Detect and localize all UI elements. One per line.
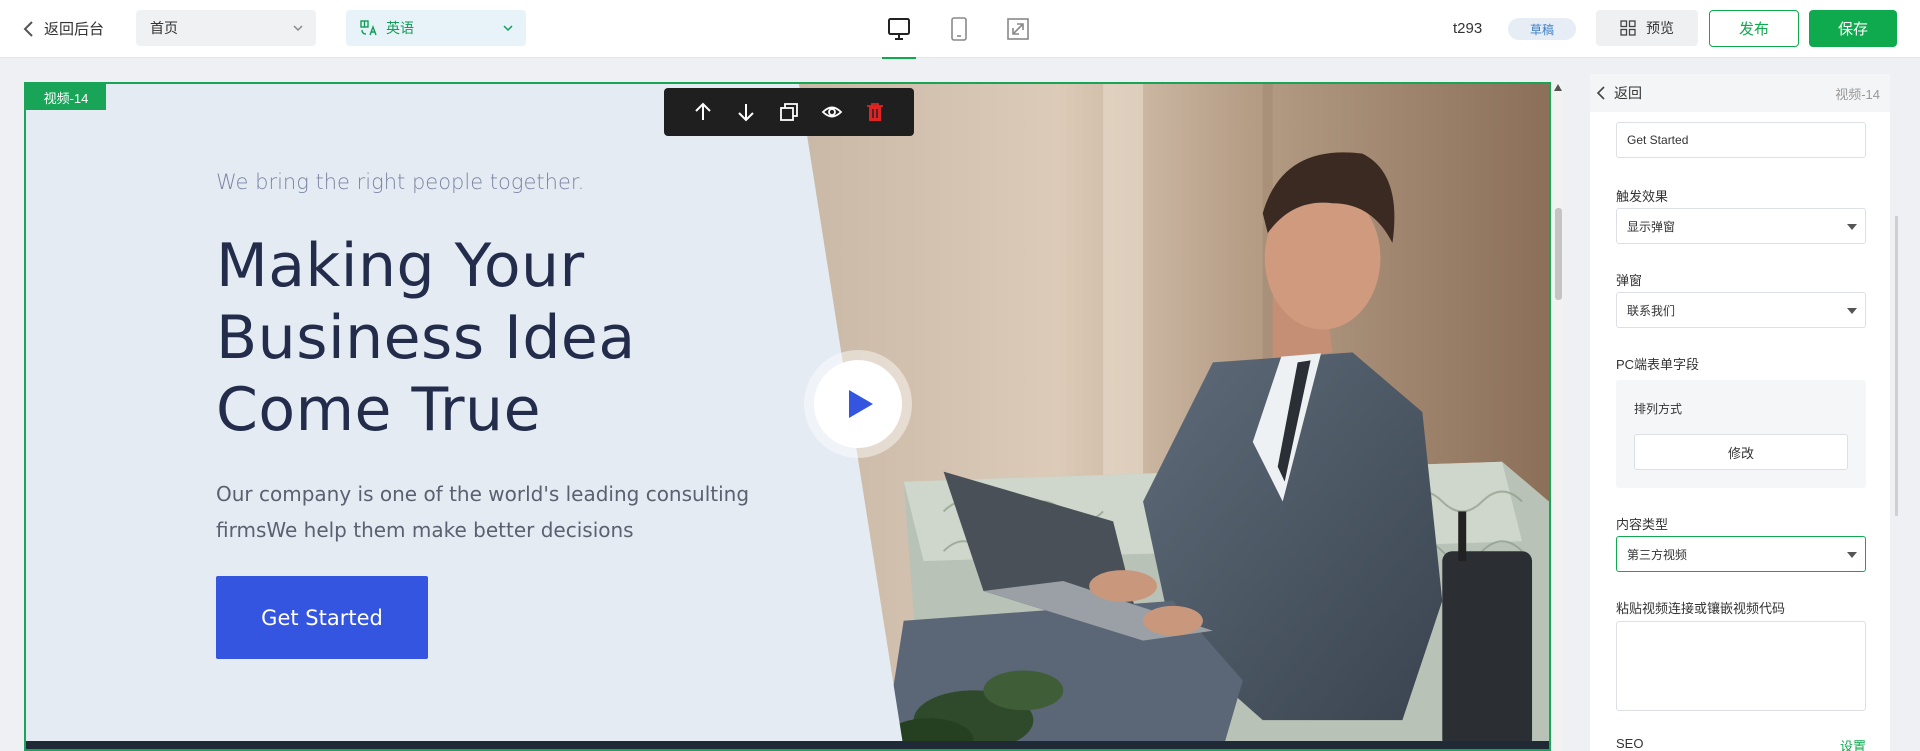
next-section-edge bbox=[26, 741, 1549, 749]
save-button[interactable]: 保存 bbox=[1809, 10, 1897, 47]
desktop-icon bbox=[888, 18, 910, 40]
hero-description: Our company is one of the world's leadin… bbox=[216, 482, 750, 542]
preview-button[interactable]: 预览 bbox=[1596, 10, 1698, 46]
popup-value: 联系我们 bbox=[1627, 303, 1676, 318]
back-to-admin-label: 返回后台 bbox=[44, 21, 105, 38]
hero-headline-line: Come True bbox=[216, 375, 541, 445]
video-code-label: 粘贴视频连接或镶嵌视频代码 bbox=[1616, 601, 1786, 616]
delete-button[interactable] bbox=[862, 99, 888, 125]
canvas-scroll-thumb[interactable] bbox=[1555, 208, 1562, 300]
hero-tagline: We bring the right people together. bbox=[216, 170, 585, 194]
scroll-up-arrow-icon[interactable] bbox=[1554, 84, 1562, 91]
popup-label: 弹窗 bbox=[1616, 273, 1643, 288]
hero-headline: Making Your Business Idea Come True bbox=[216, 230, 816, 446]
panel-body: Get Started 触发效果 显示弹窗 弹窗 联系我们 PC端表单字段 排列… bbox=[1590, 112, 1890, 751]
hero-headline-line: Making Your bbox=[216, 231, 585, 301]
publish-button[interactable]: 发布 bbox=[1709, 10, 1799, 47]
content-type-value: 第三方视频 bbox=[1627, 547, 1688, 562]
panel-title: 视频-14 bbox=[1835, 86, 1880, 102]
tablet-view-button[interactable] bbox=[942, 12, 976, 46]
expand-icon bbox=[1007, 18, 1029, 40]
block-toolbar bbox=[664, 88, 914, 136]
move-up-button[interactable] bbox=[690, 99, 716, 125]
panel-back-label: 返回 bbox=[1614, 85, 1642, 101]
trigger-label: 触发效果 bbox=[1616, 189, 1669, 204]
chevron-left-icon bbox=[23, 20, 33, 37]
video-code-textarea[interactable] bbox=[1616, 621, 1866, 711]
desktop-view-button[interactable] bbox=[882, 12, 916, 59]
section-tag: 视频-14 bbox=[26, 84, 106, 110]
language-select-value: 英语 bbox=[386, 20, 414, 36]
canvas-scrollbar[interactable] bbox=[1553, 82, 1563, 751]
play-icon bbox=[849, 390, 873, 418]
site-name: t293 bbox=[1453, 20, 1483, 37]
trigger-value: 显示弹窗 bbox=[1627, 219, 1676, 234]
copy-button[interactable] bbox=[776, 99, 802, 125]
translate-icon bbox=[360, 20, 377, 36]
visibility-button[interactable] bbox=[819, 99, 845, 125]
arrow-up-icon bbox=[695, 102, 712, 120]
status-badge: 草稿 bbox=[1508, 18, 1576, 40]
page-select-value: 首页 bbox=[150, 20, 178, 36]
arrow-down-icon bbox=[738, 104, 754, 122]
caret-down-icon bbox=[1847, 308, 1857, 314]
back-to-admin-button[interactable]: 返回后台 bbox=[22, 18, 104, 39]
properties-panel: 返回 视频-14 Get Started 触发效果 显示弹窗 弹窗 联系我们 P… bbox=[1590, 74, 1890, 751]
fullscreen-button[interactable] bbox=[1001, 12, 1035, 46]
editor-canvas[interactable]: 视频-14 We bring the right people together… bbox=[24, 82, 1551, 751]
chevron-down-icon bbox=[293, 25, 303, 32]
seo-label: SEO bbox=[1616, 736, 1644, 751]
language-select[interactable]: 英语 bbox=[346, 10, 526, 46]
caret-down-icon bbox=[1847, 552, 1857, 558]
hero-text: We bring the right people together. Maki… bbox=[216, 170, 816, 548]
tablet-icon bbox=[951, 17, 967, 41]
panel-back-button[interactable]: 返回 bbox=[1596, 83, 1642, 103]
top-bar: 返回后台 首页 英语 t293 草稿 预览 发布 保存 bbox=[0, 0, 1920, 59]
copy-icon bbox=[780, 103, 798, 121]
seo-settings-link[interactable]: 设置 bbox=[1840, 736, 1866, 751]
button-text-value: Get Started bbox=[1627, 133, 1689, 147]
content-type-select[interactable]: 第三方视频 bbox=[1616, 536, 1866, 572]
move-down-button[interactable] bbox=[733, 99, 759, 125]
get-started-button[interactable]: Get Started bbox=[216, 576, 428, 659]
page-select[interactable]: 首页 bbox=[136, 10, 316, 46]
chevron-left-icon bbox=[1596, 86, 1605, 100]
panel-scrollbar[interactable] bbox=[1895, 216, 1898, 516]
modify-button[interactable]: 修改 bbox=[1634, 434, 1848, 470]
panel-header: 返回 视频-14 bbox=[1590, 74, 1890, 112]
trash-icon bbox=[866, 103, 883, 121]
pc-form-fields-label: PC端表单字段 bbox=[1616, 357, 1700, 372]
caret-down-icon bbox=[1847, 224, 1857, 230]
popup-select[interactable]: 联系我们 bbox=[1616, 292, 1866, 328]
play-video-button[interactable] bbox=[804, 350, 912, 458]
trigger-select[interactable]: 显示弹窗 bbox=[1616, 208, 1866, 244]
content-type-label: 内容类型 bbox=[1616, 517, 1669, 532]
arrange-label: 排列方式 bbox=[1634, 402, 1683, 416]
hero-headline-line: Business Idea bbox=[216, 303, 636, 373]
button-text-input[interactable]: Get Started bbox=[1616, 122, 1866, 158]
eye-icon bbox=[821, 106, 843, 118]
chevron-down-icon bbox=[503, 25, 513, 32]
grid-icon bbox=[1620, 20, 1636, 36]
preview-label: 预览 bbox=[1646, 20, 1674, 36]
arrange-group: 排列方式 修改 bbox=[1616, 380, 1866, 488]
play-button-circle bbox=[814, 360, 902, 448]
